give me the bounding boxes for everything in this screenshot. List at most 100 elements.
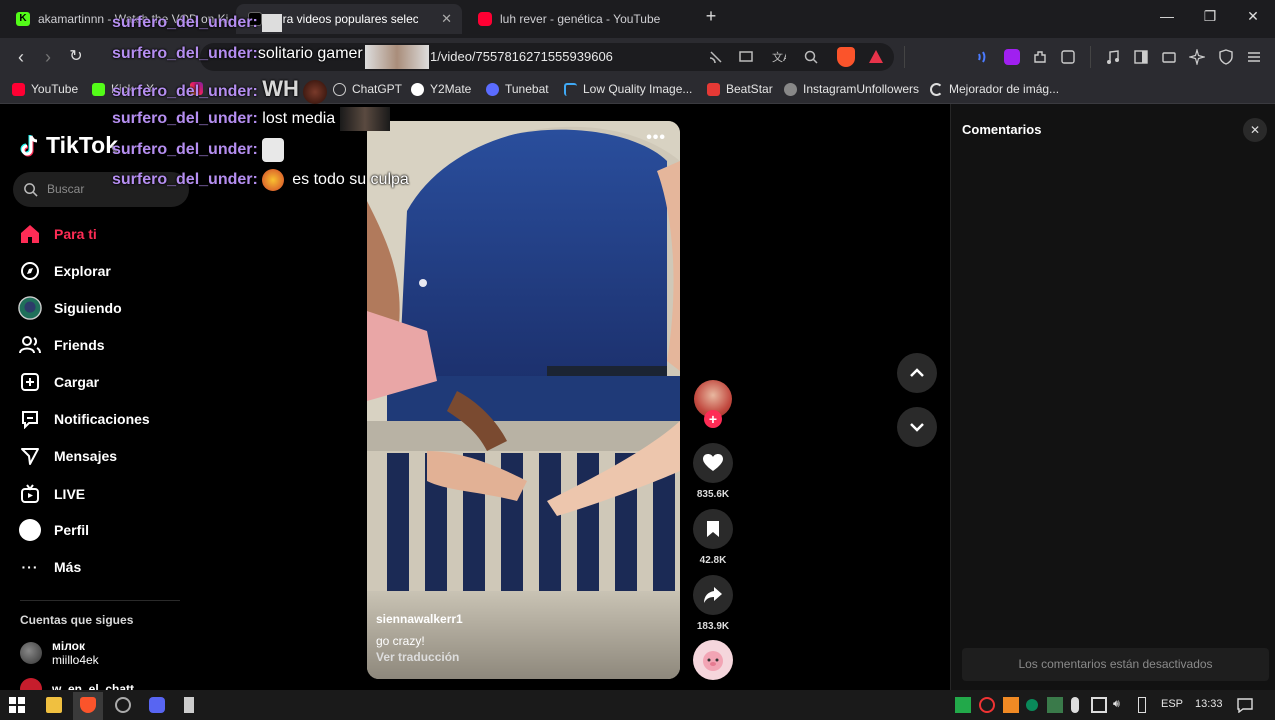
y2mate-icon: [411, 82, 424, 96]
like-button[interactable]: 835.6K: [693, 443, 733, 500]
screenshot-icon[interactable]: [1060, 49, 1076, 65]
translate-icon[interactable]: 文A: [770, 49, 786, 65]
tray-app-icon[interactable]: [955, 697, 971, 713]
share-button[interactable]: 183.9K: [693, 575, 733, 632]
clock[interactable]: 13:33: [1195, 698, 1223, 710]
bookmark-label: Mejorador de imág...: [949, 82, 1060, 96]
extensions-icon[interactable]: [1032, 49, 1048, 65]
restore-button[interactable]: ❐: [1200, 8, 1220, 25]
tray-app-icon[interactable]: [1003, 697, 1019, 713]
overlay-image-icon: [365, 45, 429, 69]
bookmark-tunebat[interactable]: Tunebat: [486, 82, 549, 96]
nav-perfil[interactable]: Perfil: [18, 516, 89, 544]
new-tab-button[interactable]: +: [701, 6, 721, 27]
wallet-icon[interactable]: [1161, 49, 1177, 65]
reload-button[interactable]: ↻: [66, 47, 86, 67]
bookmark-y2mate[interactable]: Y2Mate: [411, 82, 471, 96]
close-tab-icon[interactable]: ✕: [441, 11, 452, 27]
sidebar-icon[interactable]: [1133, 49, 1149, 65]
tab-title: Mira videos populares seleccionados: [270, 12, 418, 26]
network-icon[interactable]: [1091, 697, 1107, 713]
nav-label: Más: [54, 559, 82, 575]
bookmark-label: Tunebat: [505, 82, 549, 96]
bookmark-youtube[interactable]: YouTube: [12, 82, 78, 96]
bookmark-low-quality-image[interactable]: Low Quality Image...: [564, 82, 692, 96]
microphone-icon[interactable]: [1071, 697, 1079, 713]
notifications-icon: [18, 407, 42, 431]
search-placeholder: Buscar: [47, 182, 85, 196]
close-comments-button[interactable]: ✕: [1243, 118, 1267, 142]
nav-friends[interactable]: Friends: [18, 331, 105, 359]
comments-panel: Comentarios ✕ Los comentarios están desa…: [950, 104, 1275, 690]
zoom-icon[interactable]: [803, 49, 819, 65]
tiktok-logo[interactable]: TikTok: [20, 132, 118, 159]
previous-video-button[interactable]: [897, 353, 937, 393]
windows-start-icon[interactable]: [9, 697, 25, 713]
video-player[interactable]: ••• siennawalkerr1 go crazy! Ver traducc…: [367, 121, 680, 679]
nav-para-ti[interactable]: Para ti: [18, 220, 97, 248]
audio-app-icon[interactable]: [184, 697, 194, 713]
tray-app-icon[interactable]: [1047, 697, 1063, 713]
sound-button[interactable]: [693, 640, 733, 680]
next-video-button[interactable]: [897, 407, 937, 447]
close-window-button[interactable]: ✕: [1243, 8, 1263, 25]
forward-button[interactable]: ›: [38, 47, 58, 67]
notifications-center-icon[interactable]: [1237, 697, 1253, 713]
nav-siguiendo[interactable]: Siguiendo: [18, 294, 122, 322]
download-extension-icon[interactable]: [1004, 49, 1020, 65]
nav-label: LIVE: [54, 486, 86, 502]
bookmark-instagram-unfollowers[interactable]: InstagramUnfollowers: [784, 82, 919, 96]
menu-icon[interactable]: [1246, 49, 1262, 65]
video-more-options-button[interactable]: •••: [646, 129, 666, 147]
chat-username: surfero_del_under:: [112, 45, 258, 62]
video-username[interactable]: siennawalkerr1: [376, 612, 463, 626]
brave-shields-icon[interactable]: [837, 47, 855, 67]
chat-overlay-line: surfero_del_under: es todo su culpa: [112, 169, 409, 191]
no-cast-icon[interactable]: [708, 49, 724, 65]
creator-avatar-button[interactable]: +: [693, 380, 733, 432]
nav-mensajes[interactable]: Mensajes: [18, 442, 117, 470]
like-count: 835.6K: [696, 489, 730, 500]
media-icon[interactable]: [1105, 49, 1121, 65]
language-indicator[interactable]: ESP: [1161, 698, 1183, 710]
save-button[interactable]: 42.8K: [693, 509, 733, 566]
translate-link[interactable]: Ver traducción: [376, 650, 459, 664]
battery-icon[interactable]: [1138, 697, 1146, 713]
nav-notificaciones[interactable]: Notificaciones: [18, 405, 150, 433]
tab-youtube[interactable]: luh rever - genética - YouTube: [466, 4, 694, 34]
brave-browser-icon[interactable]: [80, 697, 96, 713]
vpn-icon[interactable]: [1218, 49, 1234, 65]
tray-antivirus-icon[interactable]: [979, 697, 995, 713]
following-account[interactable]: мілок miillo4ek: [20, 639, 99, 667]
share-count: 183.9K: [696, 621, 730, 632]
bookmark-mejorador[interactable]: Mejorador de imág...: [930, 82, 1059, 96]
bookmark-chatgpt[interactable]: ChatGPT: [333, 82, 402, 96]
volume-icon[interactable]: 🔊︎: [1113, 698, 1120, 711]
wifi-extension-icon[interactable]: [976, 49, 992, 65]
obs-icon[interactable]: [115, 697, 131, 713]
comments-disabled-notice: Los comentarios están desactivados: [962, 648, 1269, 681]
nav-label: Mensajes: [54, 448, 118, 464]
nav-mas[interactable]: ··· Más: [18, 553, 82, 581]
follow-plus-icon[interactable]: +: [704, 410, 722, 428]
url-text: 1/video/7557816271555939606: [430, 49, 613, 64]
chat-overlay-line: surfero_del_under:solitario gamer: [112, 45, 363, 63]
discord-icon[interactable]: [149, 697, 165, 713]
file-explorer-icon[interactable]: [46, 697, 62, 713]
nav-explorar[interactable]: Explorar: [18, 257, 111, 285]
bookmark-beatstar[interactable]: BeatStar: [707, 82, 773, 96]
emote-icon: [262, 138, 285, 162]
nav-cargar[interactable]: Cargar: [18, 368, 99, 396]
messages-icon: [18, 444, 42, 468]
save-count: 42.8K: [699, 555, 727, 566]
sound-disc-icon: [693, 640, 733, 680]
install-app-icon[interactable]: [738, 49, 754, 65]
nav-live[interactable]: LIVE: [18, 480, 85, 508]
minimize-button[interactable]: —: [1157, 8, 1177, 24]
leo-ai-icon[interactable]: [1189, 49, 1205, 65]
tray-app-icon[interactable]: [1026, 699, 1038, 711]
chat-overlay-line: surfero_del_under: lost media: [112, 107, 390, 131]
back-button[interactable]: ‹: [11, 47, 31, 67]
brave-rewards-icon[interactable]: [867, 48, 885, 66]
chevron-down-icon: [910, 423, 924, 432]
